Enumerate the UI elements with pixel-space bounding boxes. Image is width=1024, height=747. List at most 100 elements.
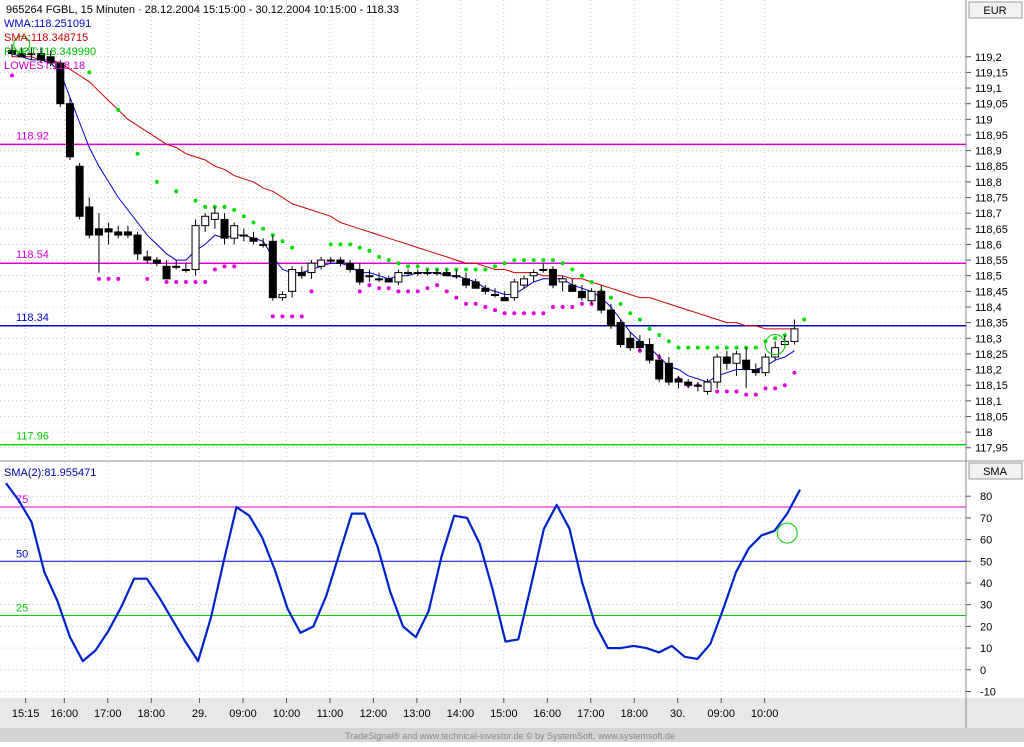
sar-low-dot: [560, 304, 565, 309]
candle-body: [404, 272, 413, 275]
sar-low-dot: [396, 289, 401, 294]
candle-body: [674, 378, 683, 383]
level-label: 117.96: [16, 431, 49, 443]
sar-low-dot: [290, 314, 295, 319]
candle-body: [442, 272, 451, 277]
candle-body: [152, 259, 161, 264]
price-tick-label: 119,15: [975, 67, 1008, 79]
sar-high-dot: [493, 264, 497, 269]
time-tick-label: 30.: [670, 708, 685, 720]
time-tick-label: 18:00: [620, 708, 648, 720]
time-tick-label: 09:00: [707, 708, 735, 720]
sar-low-dot: [270, 314, 275, 319]
candle-body: [423, 272, 432, 275]
sar-low-dot: [174, 279, 179, 284]
sar-high-dot: [802, 317, 807, 322]
price-tick-label: 119,2: [975, 52, 1002, 64]
price-tick-label: 118,05: [975, 411, 1008, 423]
sar-low-dot: [10, 73, 14, 78]
sar-low-dot: [367, 283, 372, 288]
candle-body: [500, 297, 509, 302]
osc-tick-label: -10: [980, 686, 996, 698]
candle-body: [616, 322, 625, 346]
sar-high-dot: [724, 345, 729, 350]
sar-high-dot: [773, 336, 778, 341]
sar-high-dot: [174, 189, 179, 194]
sar-high-dot: [415, 264, 420, 269]
candle-body: [684, 381, 693, 386]
sar-low-dot: [744, 392, 749, 397]
sar-high-dot: [589, 279, 594, 284]
sar-low-dot: [570, 304, 575, 309]
candle-body: [288, 268, 297, 292]
price-tick-label: 118,5: [975, 271, 1002, 283]
sar-low-dot: [734, 389, 739, 394]
sar-low-dot: [531, 311, 536, 316]
candle-body: [133, 234, 142, 255]
sar-high-dot: [154, 179, 159, 184]
candle-body: [123, 231, 132, 236]
candle-body: [693, 384, 702, 387]
candle-body: [664, 362, 673, 383]
sar-high-dot: [637, 317, 642, 322]
sar-low-dot: [116, 276, 121, 281]
candle-body: [114, 231, 123, 236]
price-tick-label: 118,55: [975, 255, 1008, 267]
price-tick-label: 118,1: [975, 396, 1002, 408]
candle-body: [413, 272, 422, 275]
chart-title: 965264 FGBL, 15 Minuten · 28.12.2004 15:…: [6, 4, 399, 16]
price-tick-label: 118,95: [975, 130, 1008, 142]
price-tick-label: 118,65: [975, 224, 1008, 236]
legend-lowest: LOWEST:118.18: [4, 60, 85, 72]
currency-label: EUR: [983, 5, 1006, 17]
sar-high-dot: [753, 345, 758, 350]
sar-high-dot: [531, 258, 536, 263]
candle-body: [201, 215, 210, 227]
sar-low-dot: [203, 279, 208, 284]
candle-body: [307, 262, 316, 274]
time-tick-label: 16:00: [534, 708, 562, 720]
sar-low-dot: [357, 289, 362, 294]
sar-low-dot: [299, 314, 304, 319]
sar-high-dot: [541, 258, 546, 263]
candle-body: [172, 265, 181, 268]
sar-high-dot: [261, 226, 266, 231]
osc-level-label: 50: [16, 548, 28, 560]
price-tick-label: 118,75: [975, 193, 1008, 205]
candle-body: [394, 272, 403, 283]
time-tick-label: 13:00: [403, 708, 431, 720]
osc-tick-label: 20: [980, 621, 992, 633]
sar-high-dot: [502, 261, 507, 266]
sar-low-dot: [183, 279, 188, 284]
time-tick-label: 10:00: [273, 708, 301, 720]
candle-body: [597, 290, 606, 311]
price-tick-label: 118,6: [975, 239, 1002, 251]
candle-body: [230, 225, 239, 239]
candle-body: [529, 272, 538, 277]
candle-body: [65, 103, 74, 158]
candle-body: [713, 356, 722, 383]
sar-high-dot: [241, 214, 246, 219]
candle-body: [519, 278, 528, 286]
panel-separator: [0, 460, 1024, 462]
sar-high-dot: [715, 345, 720, 350]
sar-high-dot: [666, 339, 671, 344]
candle-body: [249, 237, 258, 242]
candle-body: [703, 381, 712, 392]
sar-low-dot: [212, 267, 217, 272]
time-tick-label: 18:00: [137, 708, 165, 720]
sar-low-dot: [96, 276, 101, 281]
sar-low-dot: [425, 286, 430, 291]
time-tick-label: 15:00: [490, 708, 518, 720]
price-tick-label: 118,85: [975, 161, 1008, 173]
candle-body: [336, 259, 345, 264]
level-label: 118.34: [16, 312, 49, 324]
candle-body: [326, 259, 335, 262]
price-tick-label: 118,35: [975, 318, 1008, 330]
sar-low-dot: [782, 383, 787, 388]
lower-axis-bg: [966, 462, 1024, 698]
candle-body: [143, 256, 152, 261]
sar-high-dot: [203, 204, 208, 209]
price-tick-label: 118,8: [975, 177, 1002, 189]
level-label: 118.54: [16, 249, 49, 261]
